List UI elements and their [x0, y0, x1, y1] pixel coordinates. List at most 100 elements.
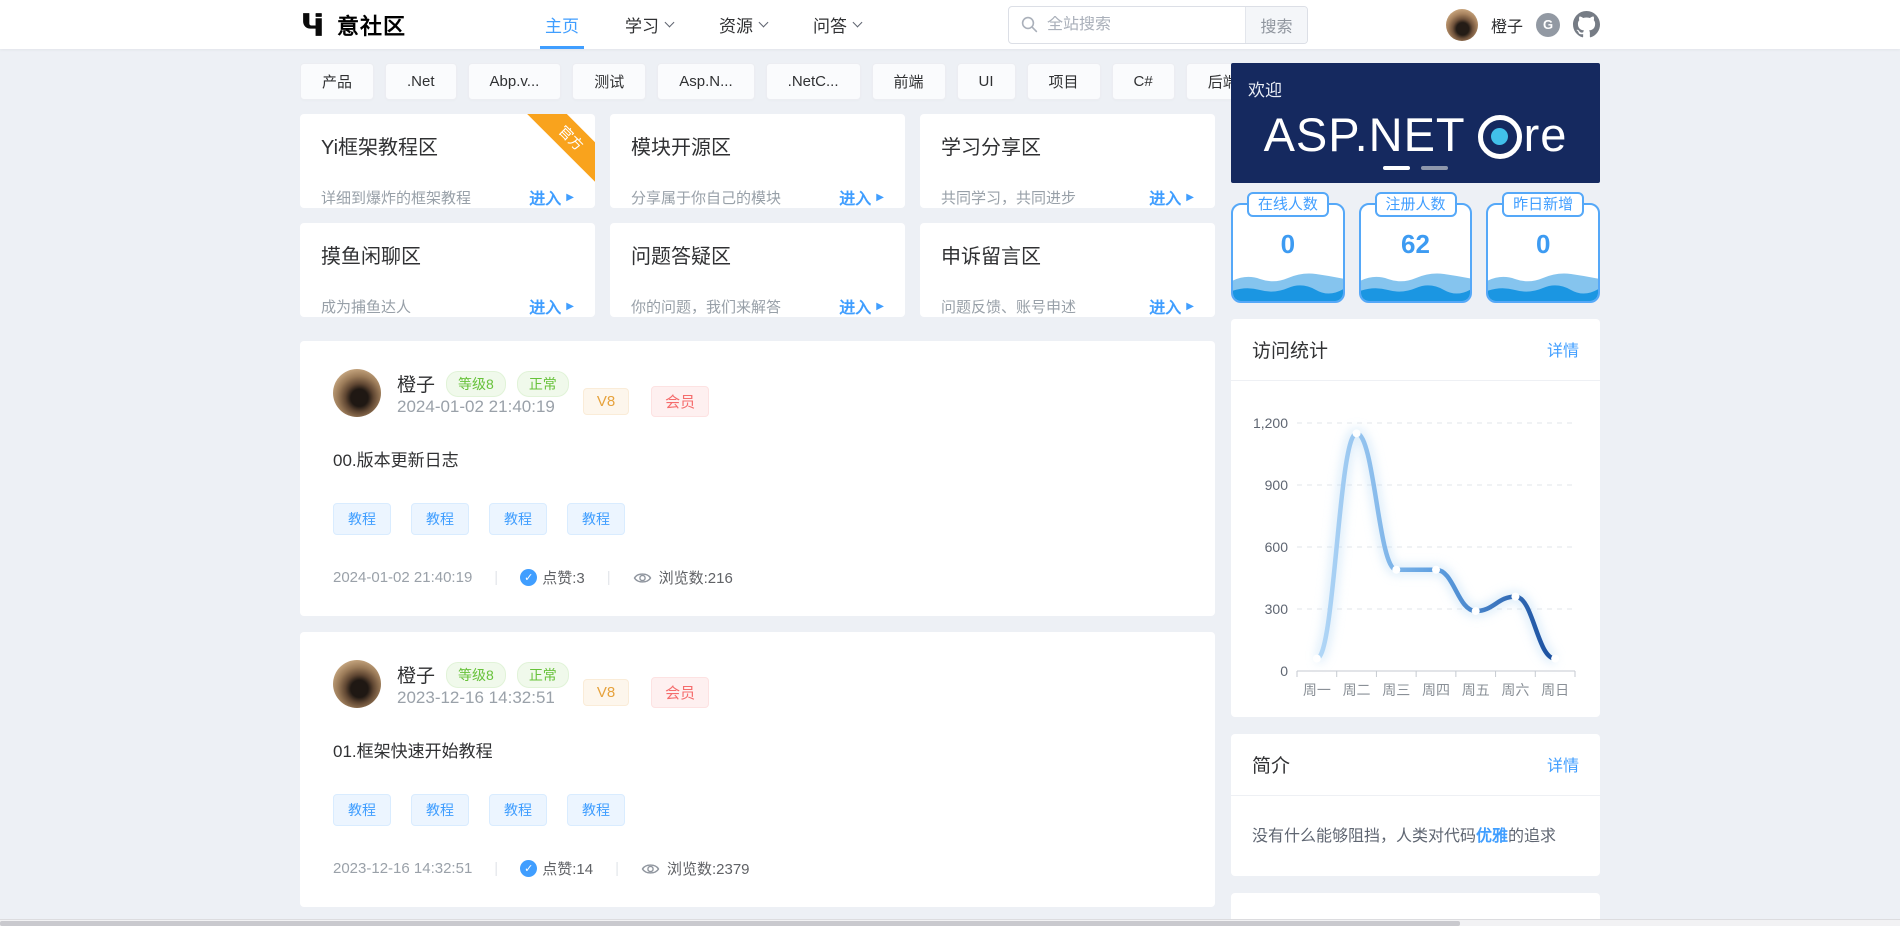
member-badge: 会员	[651, 677, 709, 708]
likes: 点赞:3	[520, 567, 585, 588]
post-card[interactable]: 橙子 等级8 正常 2024-01-02 21:40:19 V8 会员 00.版…	[300, 341, 1215, 616]
nav-item-label: 主页	[545, 12, 579, 37]
navbar-inner: 意社区 主页 学习 资源 问答	[300, 0, 1600, 49]
chevron-down-icon	[853, 18, 863, 28]
carousel-dot[interactable]	[1421, 166, 1448, 170]
likes-count: 点赞:14	[542, 858, 593, 879]
welcome-banner-carousel[interactable]: 欢迎 ASP.NET re	[1231, 63, 1600, 183]
tag-filter-button[interactable]: Abp.v...	[468, 63, 562, 100]
scrollbar-thumb[interactable]	[0, 921, 1460, 926]
tag-filter-button[interactable]: UI	[957, 63, 1016, 100]
section-grid: Yi框架教程区 详细到爆炸的框架教程 进入 官方 模块开源区 分享属于你自己的模…	[300, 114, 1215, 317]
like-check-icon	[520, 860, 537, 877]
stat-card-registered: 注册人数 62	[1359, 203, 1473, 303]
enter-link[interactable]: 进入	[839, 294, 884, 317]
section-card-appeal[interactable]: 申诉留言区 问题反馈、账号申述 进入	[920, 223, 1215, 317]
tag-filter-button[interactable]: Asp.N...	[657, 63, 754, 100]
tag-filter-button[interactable]: 产品	[300, 63, 374, 100]
carousel-indicators	[1231, 166, 1600, 170]
nav-item-home[interactable]: 主页	[522, 0, 602, 49]
tag-filter-button[interactable]: 项目	[1027, 63, 1101, 100]
views: 浏览数:216	[633, 567, 733, 588]
gitee-icon[interactable]	[1536, 13, 1560, 37]
github-icon[interactable]	[1573, 11, 1600, 38]
svg-text:周五: 周五	[1461, 682, 1489, 698]
section-desc: 问题反馈、账号申述	[941, 296, 1076, 317]
tag-filter-button[interactable]: C#	[1112, 63, 1175, 100]
views-count: 浏览数:2379	[667, 858, 750, 879]
post-tags: 教程 教程 教程 教程	[333, 794, 1182, 826]
svg-text:900: 900	[1264, 477, 1288, 493]
section-card-chat[interactable]: 摸鱼闲聊区 成为捕鱼达人 进入	[300, 223, 595, 317]
post-card[interactable]: 橙子 等级8 正常 2023-12-16 14:32:51 V8 会员 01.框…	[300, 632, 1215, 907]
wave-decoration	[1488, 266, 1598, 301]
post-title[interactable]: 01.框架快速开始教程	[333, 737, 1182, 762]
enter-link[interactable]: 进入	[1149, 185, 1194, 208]
user-avatar[interactable]	[1446, 9, 1478, 41]
post-author[interactable]: 橙子	[397, 370, 435, 397]
stat-label: 昨日新增	[1502, 192, 1584, 217]
status-badge: 正常	[517, 662, 569, 688]
post-author[interactable]: 橙子	[397, 661, 435, 688]
tag-filter-button[interactable]: 前端	[872, 63, 946, 100]
avatar[interactable]	[333, 660, 381, 708]
post-tag: 教程	[411, 503, 469, 535]
svg-text:周二: 周二	[1342, 682, 1370, 698]
details-link[interactable]: 详情	[1547, 337, 1579, 361]
chevron-down-icon	[759, 18, 769, 28]
svg-text:周日: 周日	[1541, 682, 1569, 698]
tag-filter-button[interactable]: .NetC...	[766, 63, 861, 100]
svg-text:1,200: 1,200	[1252, 415, 1287, 431]
stat-card-online: 在线人数 0	[1231, 203, 1345, 303]
enter-link[interactable]: 进入	[529, 185, 574, 208]
section-title: Yi框架教程区	[321, 131, 574, 160]
nav-item-qa[interactable]: 问答	[790, 0, 884, 49]
post-tags: 教程 教程 教程 教程	[333, 503, 1182, 535]
chevron-down-icon	[665, 18, 675, 28]
details-link[interactable]: 详情	[1547, 752, 1579, 776]
section-title: 模块开源区	[631, 131, 884, 160]
tag-filter-button[interactable]: 测试	[572, 63, 646, 100]
stat-card-new-yesterday: 昨日新增 0	[1486, 203, 1600, 303]
post-footer-time: 2024-01-02 21:40:19	[333, 569, 472, 586]
section-card-tutorial[interactable]: Yi框架教程区 详细到爆炸的框架教程 进入 官方	[300, 114, 595, 208]
level-badge: 等级8	[446, 371, 506, 397]
post-tag: 教程	[489, 794, 547, 826]
search-button[interactable]: 搜索	[1245, 7, 1307, 43]
brand[interactable]: 意社区	[300, 9, 406, 41]
enter-link[interactable]: 进入	[839, 185, 884, 208]
enter-link[interactable]: 进入	[1149, 294, 1194, 317]
post-footer: 2024-01-02 21:40:19 | 点赞:3 | 浏览数:216	[333, 567, 1182, 588]
post-tag: 教程	[411, 794, 469, 826]
section-card-opensource[interactable]: 模块开源区 分享属于你自己的模块 进入	[610, 114, 905, 208]
user-area: 橙子	[1446, 9, 1600, 41]
section-desc: 详细到爆炸的框架教程	[321, 187, 471, 208]
intro-highlight-link[interactable]: 优雅	[1476, 828, 1508, 845]
user-name[interactable]: 橙子	[1491, 13, 1523, 37]
carousel-dot[interactable]	[1383, 166, 1410, 170]
nav-item-resource[interactable]: 资源	[696, 0, 790, 49]
search-input[interactable]	[1047, 16, 1233, 34]
stats-row: 在线人数 0 注册人数 62 昨日新增 0	[1231, 193, 1600, 303]
vip-badge: V8	[583, 388, 629, 415]
nav-item-label: 学习	[625, 12, 659, 37]
banner-welcome-label: 欢迎	[1248, 76, 1282, 101]
stat-value: 62	[1401, 229, 1430, 260]
avatar[interactable]	[333, 369, 381, 417]
post-title[interactable]: 00.版本更新日志	[333, 446, 1182, 471]
nav-item-learn[interactable]: 学习	[602, 0, 696, 49]
post-tag: 教程	[333, 503, 391, 535]
vip-badge: V8	[583, 679, 629, 706]
core-ring-icon	[1478, 115, 1522, 159]
enter-link[interactable]: 进入	[529, 294, 574, 317]
section-card-learning[interactable]: 学习分享区 共同学习，共同进步 进入	[920, 114, 1215, 208]
post-footer-time: 2023-12-16 14:32:51	[333, 860, 472, 877]
section-card-question[interactable]: 问题答疑区 你的问题，我们来解答 进入	[610, 223, 905, 317]
nav-item-label: 问答	[813, 12, 847, 37]
tag-filter-button[interactable]: .Net	[385, 63, 457, 100]
visit-line-chart: 03006009001,200周一周二周三周四周五周六周日	[1249, 403, 1583, 709]
horizontal-scrollbar[interactable]	[0, 919, 1900, 926]
intro-text: 没有什么能够阻挡，人类对代码优雅的追求	[1231, 796, 1600, 876]
stat-value: 0	[1281, 229, 1295, 260]
eye-icon	[633, 571, 652, 585]
